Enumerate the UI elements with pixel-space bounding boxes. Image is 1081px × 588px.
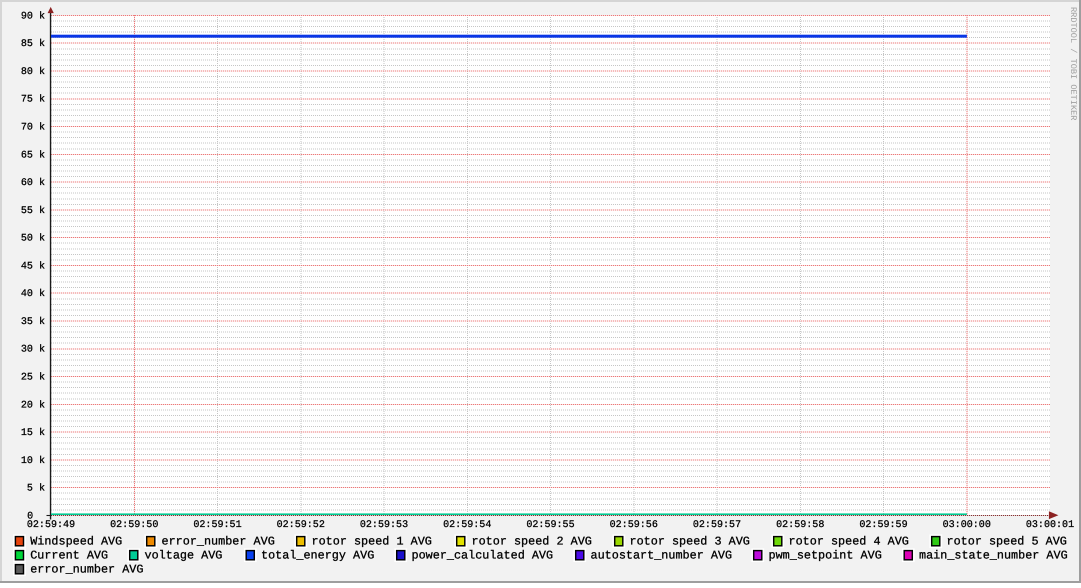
svg-text:70 k: 70 k xyxy=(21,122,45,134)
svg-text:RRDTOOL / TOBI OETIKER: RRDTOOL / TOBI OETIKER xyxy=(1068,7,1078,120)
svg-text:35 k: 35 k xyxy=(21,316,45,328)
svg-text:02:59:57: 02:59:57 xyxy=(693,520,741,531)
svg-text:60 k: 60 k xyxy=(21,177,45,189)
svg-text:10 k: 10 k xyxy=(21,455,45,467)
svg-text:02:59:59: 02:59:59 xyxy=(859,520,907,531)
svg-text:85 k: 85 k xyxy=(21,38,45,50)
svg-text:75 k: 75 k xyxy=(21,94,45,106)
svg-text:40 k: 40 k xyxy=(21,288,45,300)
svg-text:90 k: 90 k xyxy=(21,10,45,22)
svg-text:total_energy AVG: total_energy AVG xyxy=(261,549,374,563)
svg-text:02:59:54: 02:59:54 xyxy=(443,520,491,531)
svg-text:rotor speed 5 AVG: rotor speed 5 AVG xyxy=(947,535,1067,549)
svg-text:55 k: 55 k xyxy=(21,205,45,217)
svg-text:Windspeed AVG: Windspeed AVG xyxy=(30,535,122,549)
svg-text:50 k: 50 k xyxy=(21,233,45,245)
svg-text:Current AVG: Current AVG xyxy=(30,549,108,563)
svg-text:rotor speed 1 AVG: rotor speed 1 AVG xyxy=(312,535,432,549)
svg-text:02:59:52: 02:59:52 xyxy=(277,520,325,531)
svg-text:rotor speed 2 AVG: rotor speed 2 AVG xyxy=(472,535,592,549)
svg-text:02:59:50: 02:59:50 xyxy=(110,520,158,531)
svg-text:20 k: 20 k xyxy=(21,399,45,411)
svg-text:voltage AVG: voltage AVG xyxy=(145,549,223,563)
svg-text:02:59:55: 02:59:55 xyxy=(526,520,574,531)
svg-text:pwm_setpoint AVG: pwm_setpoint AVG xyxy=(769,549,882,563)
svg-text:03:00:01: 03:00:01 xyxy=(1026,520,1074,531)
svg-text:error_number AVG: error_number AVG xyxy=(30,563,143,577)
svg-text:02:59:58: 02:59:58 xyxy=(776,520,824,531)
svg-text:02:59:56: 02:59:56 xyxy=(610,520,658,531)
svg-text:error_number AVG: error_number AVG xyxy=(162,535,275,549)
svg-text:02:59:49: 02:59:49 xyxy=(27,520,75,531)
svg-text:02:59:53: 02:59:53 xyxy=(360,520,408,531)
svg-text:30 k: 30 k xyxy=(21,344,45,356)
svg-text:02:59:51: 02:59:51 xyxy=(193,520,241,531)
svg-text:45 k: 45 k xyxy=(21,260,45,272)
svg-text:main_state_number AVG: main_state_number AVG xyxy=(919,549,1068,563)
svg-text:rotor speed 3 AVG: rotor speed 3 AVG xyxy=(630,535,750,549)
svg-text:rotor speed 4 AVG: rotor speed 4 AVG xyxy=(789,535,909,549)
svg-text:80 k: 80 k xyxy=(21,66,45,78)
svg-text:power_calculated AVG: power_calculated AVG xyxy=(412,549,554,563)
svg-text:autostart_number AVG: autostart_number AVG xyxy=(591,549,733,563)
svg-text:15 k: 15 k xyxy=(21,427,45,439)
svg-text:03:00:00: 03:00:00 xyxy=(943,520,991,531)
svg-text:65 k: 65 k xyxy=(21,149,45,161)
svg-text:5 k: 5 k xyxy=(27,483,45,495)
svg-text:25 k: 25 k xyxy=(21,372,45,384)
